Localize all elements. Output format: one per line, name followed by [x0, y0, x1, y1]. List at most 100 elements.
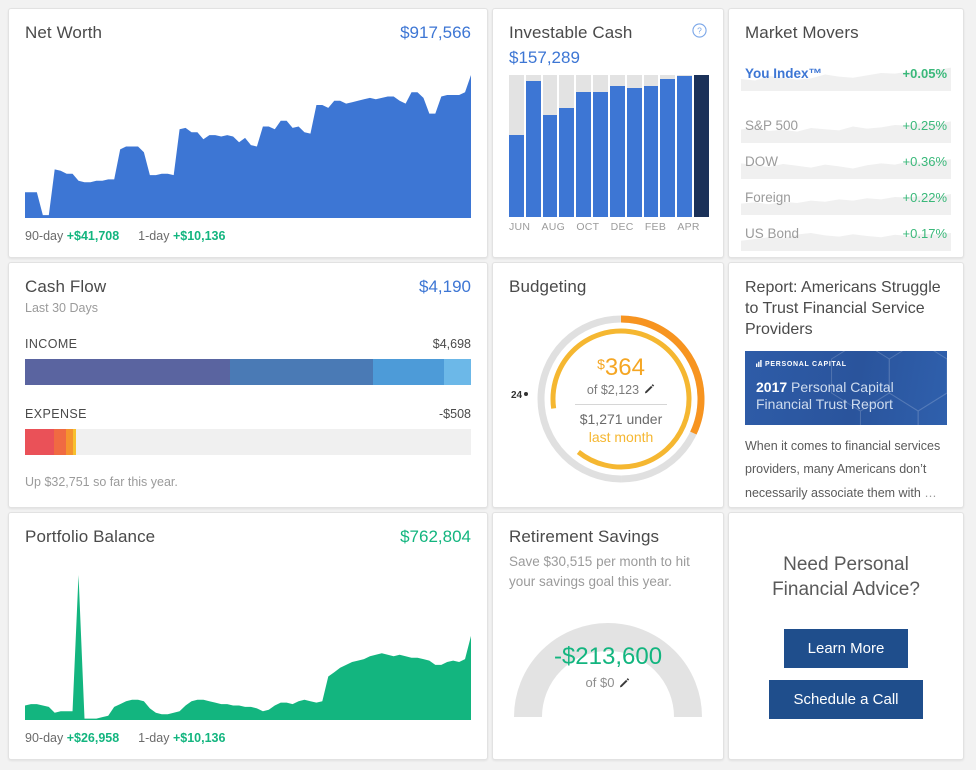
bar-fill [509, 134, 524, 217]
budgeting-card[interactable]: Budgeting $364 of $2,123 $1,271 under la… [492, 262, 724, 508]
bar-fill [626, 87, 642, 217]
bar-axis-label: OCT [576, 221, 600, 233]
bar-axis-label [702, 221, 709, 233]
market-mover-row[interactable]: S&P 500 +0.25% [741, 107, 951, 143]
net-worth-90day-label: 90-day [25, 229, 64, 243]
advice-body: Need Personal Financial Advice? Learn Mo… [729, 513, 963, 759]
market-mover-row[interactable]: US Bond +0.17% [741, 215, 951, 251]
bar-track[interactable] [525, 75, 541, 217]
logo-icon [756, 360, 762, 368]
budgeting-header: Budgeting [493, 263, 723, 311]
bar-axis-label [532, 221, 539, 233]
market-mover-change: +0.22% [902, 189, 947, 205]
expense-stacked-bar[interactable] [25, 429, 471, 455]
portfolio-1day-label: 1-day [138, 731, 170, 745]
bar-track[interactable] [677, 75, 693, 217]
pencil-icon[interactable] [644, 384, 655, 395]
report-card[interactable]: Report: Americans Struggle to Trust Fina… [728, 262, 964, 508]
bar-track[interactable] [542, 75, 558, 217]
budget-currency: $ [597, 355, 605, 372]
bar-fill [660, 79, 676, 217]
report-ellipsis[interactable]: … [924, 486, 938, 500]
schedule-call-button[interactable]: Schedule a Call [769, 679, 923, 719]
market-mover-row[interactable]: Foreign +0.22% [741, 179, 951, 215]
bar-track[interactable] [576, 75, 592, 217]
market-mover-change: +0.05% [902, 65, 947, 81]
budget-donut-center: $364 of $2,123 $1,271 under last month [533, 311, 709, 487]
income-stacked-bar[interactable] [25, 359, 471, 385]
bar-track[interactable] [609, 75, 625, 217]
portfolio-balance-card[interactable]: Portfolio Balance $762,804 90-day +$26,9… [8, 512, 488, 760]
report-banner[interactable]: PERSONAL CAPITAL 2017 Personal Capital F… [745, 351, 947, 426]
market-mover-row[interactable]: You Index™ +0.05% [741, 55, 951, 91]
portfolio-balance-sparkline[interactable] [25, 567, 471, 720]
bar-fill [542, 114, 558, 217]
market-mover-name: You Index™ [745, 65, 823, 81]
portfolio-90day-value: +$26,958 [66, 731, 120, 745]
net-worth-amount: $917,566 [400, 23, 471, 42]
bar-track[interactable] [626, 75, 642, 217]
cash-flow-amount: $4,190 [419, 277, 471, 296]
bar-axis-label: JUN [509, 221, 531, 233]
retirement-subtitle: Save $30,515 per month to hit your savin… [509, 554, 690, 589]
retirement-of-row: of $0 [586, 675, 631, 690]
dashboard-grid: Net Worth $917,566 90-day +$41,708 1-day… [0, 0, 976, 770]
svg-text:?: ? [697, 26, 702, 36]
investable-cash-card[interactable]: Investable Cash ? $157,289 JUN AUG OCT DEC F… [492, 8, 724, 258]
bar-track[interactable] [593, 75, 608, 217]
net-worth-1day-label: 1-day [138, 229, 170, 243]
market-movers-title: Market Movers [745, 23, 859, 42]
market-movers-card[interactable]: Market Movers You Index™ +0.05% S&P 500 +0.… [728, 8, 964, 258]
investable-cash-header: Investable Cash ? $157,289 [493, 9, 723, 68]
market-mover-row[interactable]: DOW +0.36% [741, 143, 951, 179]
budget-under-label: $1,271 under [579, 410, 663, 427]
bar-track[interactable] [643, 75, 659, 217]
advice-title: Need Personal Financial Advice? [772, 554, 920, 600]
bar-track[interactable] [559, 75, 575, 217]
bar-segment [25, 429, 54, 455]
question-circle-icon[interactable]: ? [692, 23, 707, 38]
net-worth-card[interactable]: Net Worth $917,566 90-day +$41,708 1-day… [8, 8, 488, 258]
budget-day-tick: 24 [511, 390, 529, 401]
portfolio-90day-label: 90-day [25, 731, 64, 745]
cash-flow-title: Cash Flow [25, 277, 107, 296]
bar-axis-label: AUG [541, 221, 566, 233]
bar-fill [677, 76, 693, 217]
bar-track[interactable] [660, 75, 676, 217]
expense-label: EXPENSE [25, 407, 87, 421]
budget-period-label: last month [588, 428, 654, 445]
net-worth-footer: 90-day +$41,708 1-day +$10,136 [25, 229, 225, 243]
budget-of-label: of $2,123 [586, 382, 640, 397]
bar-fill [643, 86, 659, 217]
bar-fill [525, 80, 541, 217]
learn-more-button[interactable]: Learn More [783, 628, 909, 668]
market-movers-list: You Index™ +0.05% S&P 500 +0.25% DOW +0.36% Fo… [741, 55, 951, 251]
income-label: INCOME [25, 337, 78, 351]
net-worth-header: Net Worth $917,566 [9, 9, 487, 57]
net-worth-sparkline[interactable] [25, 63, 471, 218]
bar-axis-label [636, 221, 643, 233]
portfolio-balance-amount: $762,804 [400, 527, 471, 546]
net-worth-90day-value: +$41,708 [66, 229, 120, 243]
bar-fill [593, 92, 608, 217]
investable-cash-bars[interactable] [509, 75, 709, 217]
bar-track[interactable] [694, 75, 709, 217]
budget-spent-amount: $364 [597, 353, 645, 381]
bar-axis-label: APR [677, 221, 700, 233]
retirement-savings-card[interactable]: Retirement Savings Save $30,515 per mont… [492, 512, 724, 760]
retirement-of-label: of $0 [585, 675, 615, 690]
report-banner-year: 2017 [756, 379, 788, 396]
report-title[interactable]: Report: Americans Struggle to Trust Fina… [745, 277, 947, 340]
retirement-header: Retirement Savings Save $30,515 per mont… [493, 513, 723, 605]
cash-flow-card[interactable]: Cash Flow $4,190 Last 30 Days INCOME $4,… [8, 262, 488, 508]
investable-cash-amount: $157,289 [509, 48, 580, 67]
bar-track[interactable] [509, 75, 524, 217]
retirement-title: Retirement Savings [509, 527, 660, 546]
pencil-icon[interactable] [619, 677, 630, 688]
bar-axis-label [567, 221, 574, 233]
market-mover-name: US Bond [745, 225, 800, 241]
market-mover-name: DOW [745, 153, 778, 169]
market-mover-name: Foreign [745, 189, 791, 205]
expense-row: EXPENSE -$508 [25, 407, 471, 421]
bar-segment [25, 359, 231, 385]
